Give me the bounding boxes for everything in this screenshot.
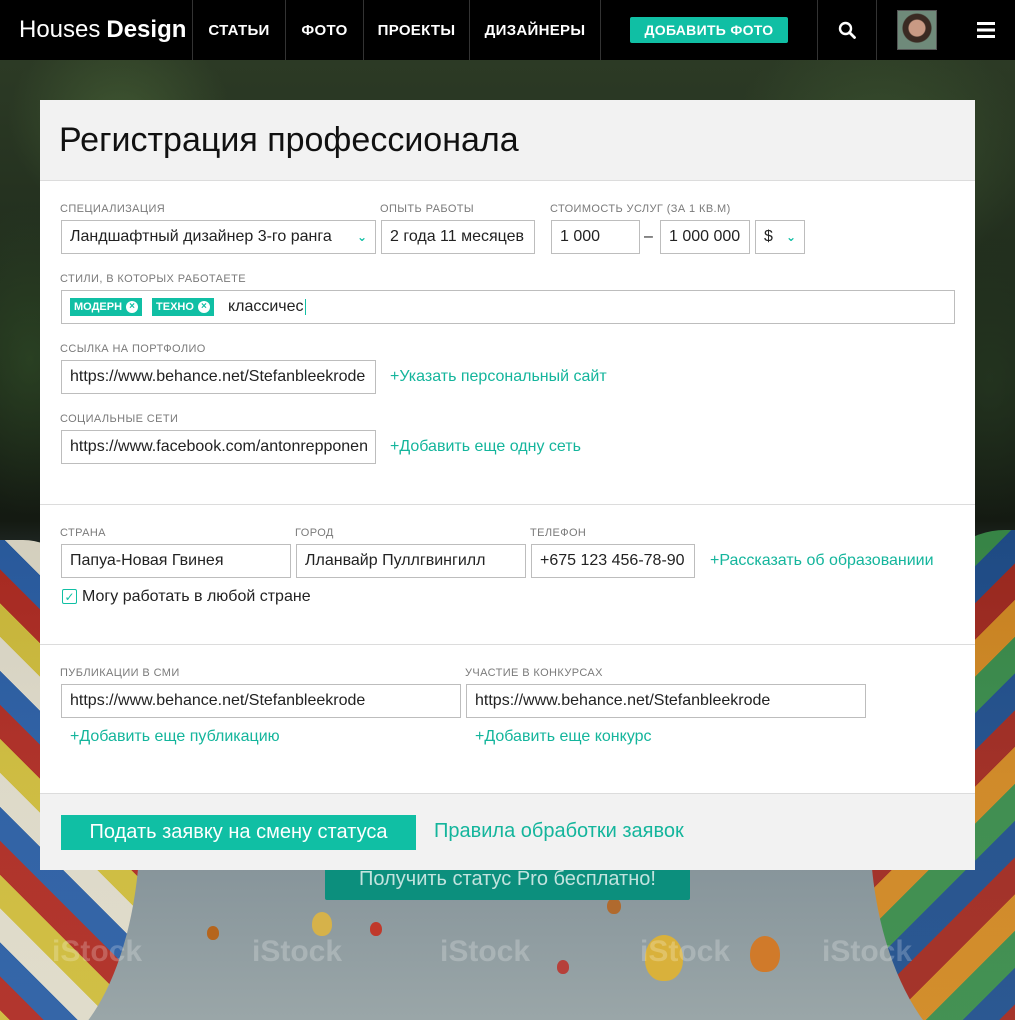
nav-item-photo[interactable]: ФОТО bbox=[286, 0, 364, 60]
balloon-small bbox=[370, 922, 382, 936]
add-publication-link[interactable]: +Добавить еще публикацию bbox=[70, 728, 280, 746]
chevron-down-icon: ⌄ bbox=[356, 230, 367, 244]
logo-bold-text: Design bbox=[106, 16, 187, 43]
section-location: СТРАНА Папуа-Новая Гвинея ГОРОД Лланвайр… bbox=[40, 505, 975, 645]
watermark: iStock bbox=[640, 935, 731, 968]
page-title: Регистрация профессионала bbox=[59, 120, 519, 159]
price-from-input[interactable]: 1 000 bbox=[551, 220, 640, 254]
city-input[interactable]: Лланвайр Пуллгвингилл bbox=[296, 544, 526, 578]
add-social-link[interactable]: +Добавить еще одну сеть bbox=[390, 438, 581, 456]
social-label: СОЦИАЛЬНЫЕ СЕТИ bbox=[60, 413, 179, 425]
styles-label: СТИЛИ, В КОТОРЫХ РАБОТАЕТЕ bbox=[60, 273, 246, 285]
contests-input[interactable]: https://www.behance.net/Stefanbleekrode bbox=[466, 684, 866, 718]
social-input[interactable]: https://www.facebook.com/antonrepponen bbox=[61, 430, 376, 464]
site-logo[interactable]: Houses Design bbox=[0, 0, 193, 60]
portfolio-value: https://www.behance.net/Stefanbleekrode bbox=[70, 368, 366, 385]
country-label: СТРАНА bbox=[60, 527, 106, 539]
text-caret bbox=[304, 299, 306, 315]
watermark: iStock bbox=[52, 935, 143, 968]
city-value: Лланвайр Пуллгвингилл bbox=[305, 552, 486, 569]
search-icon bbox=[838, 21, 856, 39]
nav-item-articles[interactable]: СТАТЬИ bbox=[193, 0, 286, 60]
registration-modal: Регистрация профессионала СПЕЦИАЛИЗАЦИЯ … bbox=[40, 100, 975, 870]
logo-light-text: Houses bbox=[19, 16, 101, 43]
user-avatar-button[interactable] bbox=[877, 0, 957, 60]
remove-tag-icon[interactable]: × bbox=[126, 301, 139, 313]
processing-rules-link[interactable]: Правила обработки заявок bbox=[434, 820, 684, 843]
search-button[interactable] bbox=[818, 0, 877, 60]
experience-value: 2 года 11 месяцев bbox=[390, 228, 525, 245]
remove-tag-icon[interactable]: × bbox=[197, 301, 210, 313]
social-value: https://www.facebook.com/antonrepponen bbox=[70, 438, 368, 455]
balloon-small bbox=[207, 926, 219, 940]
price-to-input[interactable]: 1 000 000 bbox=[660, 220, 750, 254]
currency-select[interactable]: $ ⌄ bbox=[755, 220, 805, 254]
style-tag-label: МОДЕРН bbox=[74, 301, 123, 313]
city-label: ГОРОД bbox=[295, 527, 334, 539]
phone-label: ТЕЛЕФОН bbox=[530, 527, 587, 539]
portfolio-label: ССЫЛКА НА ПОРТФОЛИО bbox=[60, 343, 206, 355]
price-to-value: 1 000 000 bbox=[669, 228, 741, 245]
style-tag[interactable]: МОДЕРН × bbox=[70, 298, 143, 316]
section-professional: СПЕЦИАЛИЗАЦИЯ Ландшафтный дизайнер 3-го … bbox=[40, 181, 975, 505]
styles-tag-input[interactable]: МОДЕРН × ТЕХНО × классичес bbox=[61, 290, 955, 324]
country-value: Папуа-Новая Гвинея bbox=[70, 552, 224, 569]
menu-button[interactable] bbox=[957, 0, 1015, 60]
watermark: iStock bbox=[822, 935, 913, 968]
currency-value: $ bbox=[764, 228, 773, 245]
avatar bbox=[897, 10, 937, 50]
add-education-link[interactable]: +Рассказать об образованиии bbox=[710, 552, 934, 570]
watermark: iStock bbox=[440, 935, 531, 968]
styles-typed-text: классичес bbox=[227, 298, 304, 315]
watermark: iStock bbox=[252, 935, 343, 968]
add-personal-site-link[interactable]: +Указать персональный сайт bbox=[390, 368, 607, 386]
portfolio-input[interactable]: https://www.behance.net/Stefanbleekrode bbox=[61, 360, 376, 394]
nav-item-projects[interactable]: ПРОЕКТЫ bbox=[364, 0, 470, 60]
phone-value: +675 123 456-78-90 bbox=[540, 552, 685, 569]
balloon-small bbox=[557, 960, 569, 974]
experience-label: ОПЫТЬ РАБОТЫ bbox=[380, 203, 475, 215]
nav-item-designers[interactable]: ДИЗАЙНЕРЫ bbox=[470, 0, 601, 60]
phone-input[interactable]: +675 123 456-78-90 bbox=[531, 544, 695, 578]
top-navbar: Houses Design СТАТЬИ ФОТО ПРОЕКТЫ ДИЗАЙНЕ… bbox=[0, 0, 1015, 60]
experience-input[interactable]: 2 года 11 месяцев bbox=[381, 220, 535, 254]
balloon-small bbox=[607, 898, 621, 914]
chevron-down-icon: ⌄ bbox=[785, 230, 796, 244]
publications-input[interactable]: https://www.behance.net/Stefanbleekrode bbox=[61, 684, 461, 718]
hamburger-icon bbox=[977, 22, 995, 38]
add-photo-area: ДОБАВИТЬ ФОТО bbox=[601, 0, 818, 60]
style-tag[interactable]: ТЕХНО × bbox=[152, 298, 214, 316]
balloon-small bbox=[750, 936, 780, 972]
specialization-select[interactable]: Ландшафтный дизайнер 3-го ранга ⌄ bbox=[61, 220, 376, 254]
checkmark-icon: ✓ bbox=[64, 589, 75, 604]
country-input[interactable]: Папуа-Новая Гвинея bbox=[61, 544, 291, 578]
add-contest-link[interactable]: +Добавить еще конкурс bbox=[475, 728, 652, 746]
publications-value: https://www.behance.net/Stefanbleekrode bbox=[70, 692, 366, 709]
style-tag-label: ТЕХНО bbox=[156, 301, 194, 313]
add-photo-button[interactable]: ДОБАВИТЬ ФОТО bbox=[630, 17, 788, 43]
any-country-label[interactable]: Могу работать в любой стране bbox=[82, 588, 311, 606]
price-separator: – bbox=[644, 228, 653, 245]
specialization-label: СПЕЦИАЛИЗАЦИЯ bbox=[60, 203, 166, 215]
balloon-small bbox=[312, 912, 332, 936]
section-publications: ПУБЛИКАЦИИ В СМИ https://www.behance.net… bbox=[40, 645, 975, 793]
specialization-value: Ландшафтный дизайнер 3-го ранга bbox=[70, 228, 332, 245]
contests-value: https://www.behance.net/Stefanbleekrode bbox=[475, 692, 771, 709]
price-label: СТОИМОСТЬ УСЛУГ (ЗА 1 КВ.М) bbox=[550, 203, 731, 215]
modal-header: Регистрация профессионала bbox=[40, 100, 975, 181]
modal-footer: Подать заявку на смену статуса Правила о… bbox=[40, 793, 975, 870]
any-country-checkbox[interactable]: ✓ bbox=[62, 589, 77, 604]
publications-label: ПУБЛИКАЦИИ В СМИ bbox=[60, 667, 180, 679]
price-from-value: 1 000 bbox=[560, 228, 601, 245]
submit-application-button[interactable]: Подать заявку на смену статуса bbox=[61, 815, 416, 850]
contests-label: УЧАСТИЕ В КОНКУРСАХ bbox=[465, 667, 603, 679]
